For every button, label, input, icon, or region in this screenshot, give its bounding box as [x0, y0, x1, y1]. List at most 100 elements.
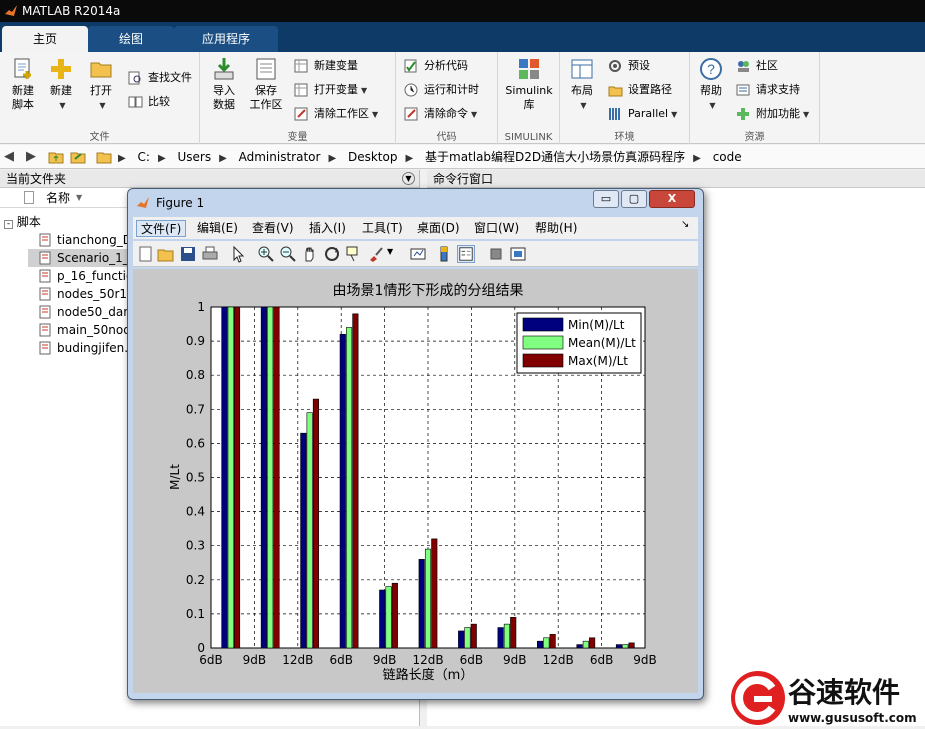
back-arrow-icon[interactable]: ◀	[4, 145, 14, 169]
ribbon-tabs: 主页 绘图 应用程序	[0, 22, 925, 52]
new-figure-icon[interactable]	[137, 245, 155, 263]
figure-canvas[interactable]: 0 0.1 0.2 0.3 0.4 0.5 0.6 0.7 0.8 0.9 1 6dB 9dB 12dB…	[133, 269, 698, 693]
x-tick-label: 9dB	[503, 653, 526, 667]
set-path-button[interactable]: 设置路径	[608, 80, 672, 100]
breadcrumb-item[interactable]: Administrator	[239, 150, 321, 164]
file-row[interactable]: p_16_functio	[38, 267, 133, 285]
menu-desktop[interactable]: 桌面(D)	[413, 220, 464, 237]
breadcrumb-item[interactable]: Users	[177, 150, 211, 164]
rotate-3d-icon[interactable]	[323, 245, 341, 263]
tab-plots[interactable]: 绘图	[88, 26, 174, 52]
menu-view[interactable]: 查看(V)	[248, 220, 298, 237]
find-files-button[interactable]: 查找文件	[128, 68, 192, 88]
open-button[interactable]: 打开 ▼	[84, 56, 118, 113]
breadcrumb-item[interactable]: C:	[138, 150, 150, 164]
breadcrumb-item[interactable]: code	[713, 150, 742, 164]
open-variable-button[interactable]: 打开变量 ▼	[294, 80, 367, 100]
code-group: 分析代码 运行和计时 清除命令 ▼ 代码	[396, 52, 498, 144]
gususoft-logo-icon	[731, 671, 785, 725]
panel-menu-icon[interactable]: ▼	[402, 172, 415, 185]
matlab-logo-icon	[5, 5, 17, 16]
y-ticks: 00.10.20.30.40.50.60.70.80.91	[186, 300, 205, 655]
browse-folder-icon[interactable]	[70, 149, 86, 165]
command-window-header: 命令行窗口	[427, 170, 925, 188]
menu-dock-arrow-icon[interactable]: ↘	[681, 219, 689, 230]
menu-insert[interactable]: 插入(I)	[305, 220, 350, 237]
breadcrumb-item[interactable]: Desktop	[348, 150, 398, 164]
menu-file[interactable]: 文件(F)	[136, 220, 187, 237]
print-icon[interactable]	[201, 245, 219, 263]
bar	[260, 306, 267, 649]
menu-window[interactable]: 窗口(W)	[470, 220, 523, 237]
up-folder-icon[interactable]	[48, 149, 64, 165]
folder-icon	[96, 152, 112, 164]
parallel-button[interactable]: Parallel ▼	[608, 104, 677, 124]
bar	[418, 559, 425, 649]
brush-icon[interactable]	[367, 245, 385, 263]
pointer-icon[interactable]	[229, 245, 247, 263]
request-support-button[interactable]: 请求支持	[736, 80, 800, 100]
preferences-button[interactable]: 预设	[608, 56, 650, 76]
save-workspace-button[interactable]: 保存 工作区	[246, 56, 286, 112]
figure-menu-bar: 文件(F) 编辑(E) 查看(V) 插入(I) 工具(T) 桌面(D) 窗口(W…	[133, 217, 698, 239]
hide-plot-tools-icon[interactable]	[487, 245, 505, 263]
simulink-library-button[interactable]: Simulink 库	[504, 56, 554, 112]
new-button[interactable]: 新建 ▼	[44, 56, 78, 113]
layout-button[interactable]: 布局 ▼	[566, 56, 598, 113]
save-workspace-icon	[256, 58, 276, 80]
menu-edit[interactable]: 编辑(E)	[193, 220, 242, 237]
run-and-time-button[interactable]: 运行和计时	[404, 80, 479, 100]
menu-tools[interactable]: 工具(T)	[358, 220, 407, 237]
minimize-button[interactable]: ▭	[593, 190, 619, 208]
bar	[537, 640, 544, 649]
community-button[interactable]: 社区	[736, 56, 778, 76]
x-tick-label: 12dB	[282, 653, 313, 667]
tab-home[interactable]: 主页	[2, 26, 88, 52]
zoom-in-icon[interactable]	[257, 245, 275, 263]
figure-toolbar: ▼	[133, 241, 698, 267]
close-button[interactable]: X	[649, 190, 695, 208]
pan-hand-icon[interactable]	[301, 245, 319, 263]
file-row[interactable]: node50_dan	[38, 303, 131, 321]
legend-label: Max(M)/Lt	[568, 354, 628, 368]
import-data-button[interactable]: 导入 数据	[206, 56, 242, 112]
analyze-code-button[interactable]: 分析代码	[404, 56, 468, 76]
scripts-group-row[interactable]: - 脚本	[4, 213, 41, 230]
y-tick-label: 0.6	[186, 436, 205, 450]
compare-button[interactable]: 比较	[128, 92, 170, 112]
legend-icon[interactable]	[457, 245, 475, 263]
analyze-code-icon	[404, 59, 417, 73]
file-row[interactable]: nodes_50r10	[38, 285, 135, 303]
tab-apps[interactable]: 应用程序	[174, 26, 278, 52]
brush-dropdown-icon[interactable]: ▼	[387, 247, 393, 256]
resources-group: ? 帮助 ▼ 社区 请求支持 附加功能 ▼ 资源	[690, 52, 820, 144]
bar-chart: 00.10.20.30.40.50.60.70.80.91 6dB 9dB 12dB…	[168, 283, 657, 683]
file-row[interactable]: tianchong_D	[38, 231, 132, 249]
clear-workspace-button[interactable]: 清除工作区 ▼	[294, 104, 378, 124]
zoom-out-icon[interactable]	[279, 245, 297, 263]
help-button[interactable]: ? 帮助 ▼	[696, 56, 726, 113]
data-cursor-icon[interactable]	[345, 245, 363, 263]
maximize-button[interactable]: ▢	[621, 190, 647, 208]
sort-arrow-icon: ▼	[76, 193, 83, 202]
colorbar-icon[interactable]	[435, 245, 453, 263]
menu-help[interactable]: 帮助(H)	[531, 220, 581, 237]
new-variable-button[interactable]: 新建变量	[294, 56, 358, 76]
link-plot-icon[interactable]	[409, 245, 427, 263]
name-column-header[interactable]: 名称	[46, 188, 70, 208]
collapse-icon[interactable]: -	[4, 220, 13, 229]
y-tick-label: 0.1	[186, 607, 205, 621]
file-row[interactable]: main_50nod	[38, 321, 131, 339]
addons-button[interactable]: 附加功能 ▼	[736, 104, 809, 124]
watermark-url: www.gususoft.com	[788, 711, 917, 725]
breadcrumb: ▶ C: ▶ Users ▶ Administrator ▶ Desktop ▶ 基于m…	[118, 150, 742, 164]
open-file-icon[interactable]	[157, 245, 175, 263]
environment-group-label: 环境	[614, 132, 635, 143]
show-plot-tools-icon[interactable]	[509, 245, 527, 263]
new-script-button[interactable]: 新建 脚本	[6, 56, 40, 112]
forward-arrow-icon[interactable]: ▶	[26, 145, 36, 169]
breadcrumb-item[interactable]: 基于matlab编程D2D通信大小场景仿真源码程序	[425, 150, 685, 164]
clear-commands-button[interactable]: 清除命令 ▼	[404, 104, 477, 124]
file-row[interactable]: budingjifen.	[38, 339, 128, 357]
save-icon[interactable]	[179, 245, 197, 263]
